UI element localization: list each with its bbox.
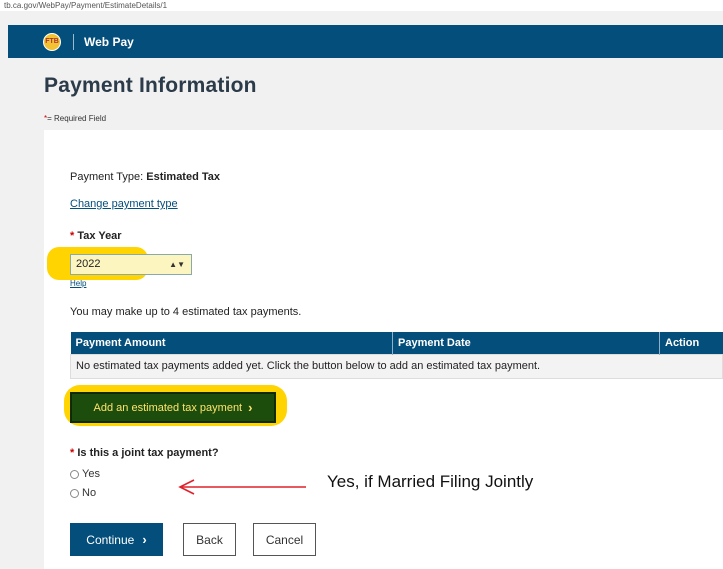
change-payment-type-link[interactable]: Change payment type xyxy=(70,198,178,210)
back-button[interactable]: Back xyxy=(183,523,236,556)
continue-button[interactable]: Continue › xyxy=(70,523,163,556)
radio-yes[interactable] xyxy=(70,469,79,479)
joint-payment-label-text: Is this a joint tax payment? xyxy=(77,447,219,459)
payment-type-label: Payment Type: xyxy=(70,171,144,183)
joint-no-option[interactable]: No xyxy=(70,487,96,499)
radio-yes-label: Yes xyxy=(82,468,100,480)
chevron-right-icon: › xyxy=(248,400,253,415)
top-navigation-bar: FTB Web Pay xyxy=(8,25,723,58)
required-field-note: *= Required Field xyxy=(44,114,106,123)
address-bar[interactable]: tb.ca.gov/WebPay/Payment/EstimateDetails… xyxy=(0,0,723,11)
tax-year-label: * Tax Year xyxy=(70,230,122,242)
header-divider xyxy=(73,33,74,50)
column-header-payment-amount: Payment Amount xyxy=(70,332,393,354)
annotation-text: Yes, if Married Filing Jointly xyxy=(327,472,534,491)
tax-year-select[interactable]: 2022 ▲▼ xyxy=(70,254,192,275)
tax-year-label-text: Tax Year xyxy=(77,230,122,242)
continue-label: Continue xyxy=(86,532,135,547)
required-star: * xyxy=(70,447,75,459)
select-arrows-icon: ▲▼ xyxy=(169,260,185,269)
table-row: No estimated tax payments added yet. Cli… xyxy=(70,353,723,379)
required-star: * xyxy=(70,230,75,242)
payment-form-card: Payment Type: Estimated Tax Change payme… xyxy=(44,130,723,569)
payment-limit-info: You may make up to 4 estimated tax payme… xyxy=(70,306,302,318)
annotation-arrow-icon xyxy=(178,479,306,495)
cancel-button[interactable]: Cancel xyxy=(253,523,316,556)
payment-type-value: Estimated Tax xyxy=(146,171,221,183)
ftb-logo-icon[interactable]: FTB xyxy=(43,32,61,51)
add-estimated-payment-button[interactable]: Add an estimated tax payment › xyxy=(70,392,276,423)
joint-payment-label: * Is this a joint tax payment? xyxy=(70,447,219,459)
add-payment-label: Add an estimated tax payment xyxy=(93,401,243,414)
table-header-row: Payment Amount Payment Date Action xyxy=(70,332,723,354)
empty-table-message: No estimated tax payments added yet. Cli… xyxy=(70,353,723,379)
chevron-right-icon: › xyxy=(142,532,147,547)
estimated-payments-table: Payment Amount Payment Date Action No es… xyxy=(70,332,723,379)
page-title: Payment Information xyxy=(44,74,257,97)
required-note-text: = Required Field xyxy=(47,114,107,123)
tax-year-selected-value: 2022 xyxy=(76,258,101,270)
column-header-action: Action xyxy=(659,332,723,354)
column-header-payment-date: Payment Date xyxy=(392,332,660,354)
radio-no-label: No xyxy=(82,487,97,499)
app-title: Web Pay xyxy=(84,34,134,49)
payment-type-row: Payment Type: Estimated Tax xyxy=(70,171,220,183)
tax-year-help-link[interactable]: Help xyxy=(70,279,86,288)
joint-yes-option[interactable]: Yes xyxy=(70,468,100,480)
radio-no[interactable] xyxy=(70,488,79,498)
